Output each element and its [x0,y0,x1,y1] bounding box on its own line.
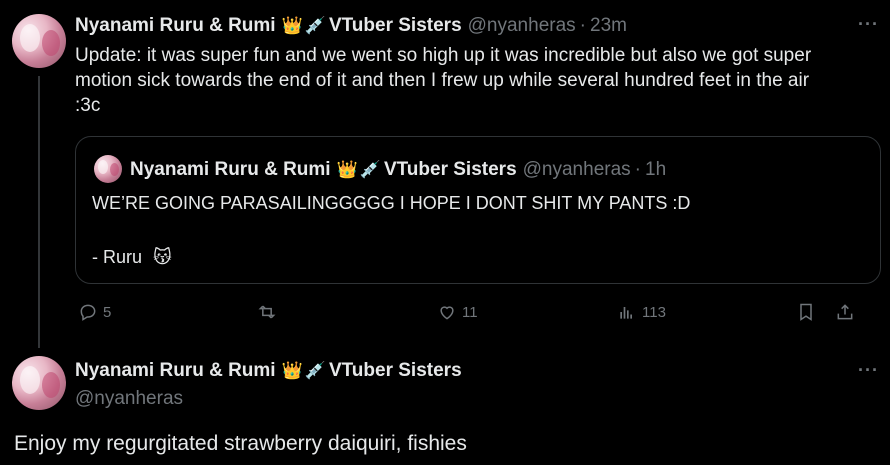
view-count: 113 [642,303,666,321]
bookmark-button[interactable] [796,302,821,322]
separator: · [634,159,641,180]
views-button[interactable]: 113 [617,302,666,322]
repost-button[interactable] [257,302,282,322]
quoted-tweet-card[interactable]: Nyanami Ruru & Rumi 👑 💉 VTuber Sisters @… [75,136,881,284]
analytics-icon [620,307,632,319]
separator: · [579,15,586,36]
quote-signoff-text: - Ruru [92,247,143,267]
syringe-icon: 💉 [304,361,326,381]
repost-icon [258,305,276,319]
crown-icon: 👑 [281,16,303,36]
display-name-suffix[interactable]: VTuber Sisters [329,15,462,37]
reply-icon [80,304,96,321]
tweet-text: Update: it was super fun and we went so … [75,43,875,118]
like-count: 11 [462,303,478,321]
quote-display-name: Nyanami Ruru & Rumi [130,159,331,180]
quote-handle: @nyanheras [522,159,631,180]
reply-button[interactable]: 5 [78,302,111,322]
more-options-icon[interactable]: ··· [858,14,879,35]
tweet-text-line: motion sick towards the end of it and th… [75,70,810,91]
quote-header: Nyanami Ruru & Rumi 👑 💉 VTuber Sisters @… [130,159,666,181]
crown-icon: 👑 [336,160,358,180]
bookmark-icon [800,303,812,321]
tweet-header: Nyanami Ruru & Rumi 👑 💉 VTuber Sisters @… [75,15,627,37]
like-button[interactable]: 11 [437,302,478,322]
syringe-icon: 💉 [304,16,326,36]
kissing-cat-icon: 😽 [153,247,172,268]
display-name[interactable]: Nyanami Ruru & Rumi [75,360,276,382]
handle[interactable]: @nyanheras [75,386,183,411]
tweet-text-line: :3c [75,95,101,116]
display-name-suffix[interactable]: VTuber Sisters [329,360,462,382]
crown-icon: 👑 [281,361,303,381]
tweet-text: Enjoy my regurgitated strawberry daiquir… [14,432,467,455]
display-name[interactable]: Nyanami Ruru & Rumi [75,15,276,37]
quote-timestamp: 1h [645,159,667,180]
avatar[interactable] [12,356,66,410]
timestamp[interactable]: 23m [590,15,627,37]
quote-text-line: WE’RE GOING PARASAILINGGGGG I HOPE I DON… [92,193,691,213]
reply-count: 5 [103,303,112,321]
tweet-header: Nyanami Ruru & Rumi 👑 💉 VTuber Sisters [75,360,462,382]
handle[interactable]: @nyanheras [468,15,576,37]
quote-avatar [94,155,122,183]
tweet-actions: 5 11 113 [0,298,890,328]
share-button[interactable] [835,302,860,322]
heart-icon [440,306,454,320]
share-icon [837,304,853,320]
quote-display-name-suffix: VTuber Sisters [383,159,517,180]
avatar[interactable] [12,14,66,68]
more-options-icon[interactable]: ··· [858,360,879,381]
quote-text-signoff: - Ruru 😽 [92,245,173,270]
syringe-icon: 💉 [359,160,381,180]
tweet-text-line: Update: it was super fun and we went so … [75,45,812,66]
